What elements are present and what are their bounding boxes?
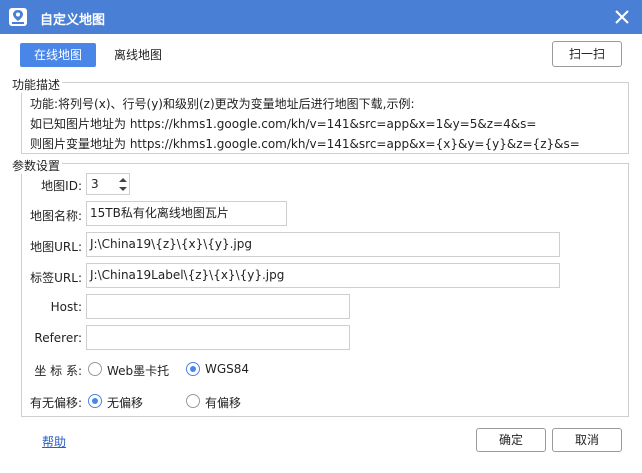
tab-online-map[interactable]: 在线地图 xyxy=(20,43,96,67)
title-bar: 自定义地图 xyxy=(0,0,642,34)
map-id-spinner[interactable]: 3 xyxy=(86,173,130,195)
map-id-value: 3 xyxy=(91,177,99,191)
func-desc-title: 功能描述 xyxy=(10,76,63,93)
window-title: 自定义地图 xyxy=(40,13,106,28)
tab-offline-map[interactable]: 离线地图 xyxy=(104,43,172,67)
offset-label: 有无偏移: xyxy=(29,396,82,410)
map-name-label: 地图名称: xyxy=(29,209,82,223)
spin-down-icon[interactable] xyxy=(118,185,128,193)
func-desc-line: 功能:将列号(x)、行号(y)和级别(z)更改为变量地址后进行地图下载,示例: xyxy=(30,97,415,111)
ok-button[interactable]: 确定 xyxy=(476,428,546,452)
map-app-icon xyxy=(9,8,27,26)
offset-none-label[interactable]: 无偏移 xyxy=(107,394,143,411)
host-input[interactable] xyxy=(86,294,350,319)
referer-input[interactable] xyxy=(86,325,350,350)
coord-wgs84-label[interactable]: WGS84 xyxy=(205,362,249,376)
func-desc-line: 如已知图片地址为 https://khms1.google.com/kh/v=1… xyxy=(30,117,537,131)
scan-button[interactable]: 扫一扫 xyxy=(552,41,622,67)
map-id-label: 地图ID: xyxy=(41,179,82,193)
coord-web-mercator-label[interactable]: Web墨卡托 xyxy=(107,362,169,379)
offset-none-radio[interactable] xyxy=(88,394,102,408)
param-title: 参数设置 xyxy=(10,157,63,174)
offset-yes-label[interactable]: 有偏移 xyxy=(205,394,241,411)
label-url-label: 标签URL: xyxy=(30,271,82,285)
func-desc-line: 则图片变量地址为 https://khms1.google.com/kh/v=1… xyxy=(30,137,580,151)
label-url-input[interactable]: J:\China19Label\{z}\{x}\{y}.jpg xyxy=(86,263,560,288)
host-label: Host: xyxy=(50,300,82,314)
coord-web-mercator-radio[interactable] xyxy=(88,362,102,376)
coord-system-label: 坐 标 系: xyxy=(34,364,82,378)
map-url-label: 地图URL: xyxy=(30,240,82,254)
close-icon[interactable] xyxy=(612,7,632,27)
map-name-input[interactable]: 15TB私有化离线地图瓦片 xyxy=(86,201,287,226)
map-url-input[interactable]: J:\China19\{z}\{x}\{y}.jpg xyxy=(86,232,560,257)
cancel-button[interactable]: 取消 xyxy=(552,428,622,452)
coord-wgs84-radio[interactable] xyxy=(186,362,200,376)
offset-yes-radio[interactable] xyxy=(186,394,200,408)
help-link[interactable]: 帮助 xyxy=(42,433,66,450)
referer-label: Referer: xyxy=(34,331,82,345)
spin-up-icon[interactable] xyxy=(118,176,128,184)
